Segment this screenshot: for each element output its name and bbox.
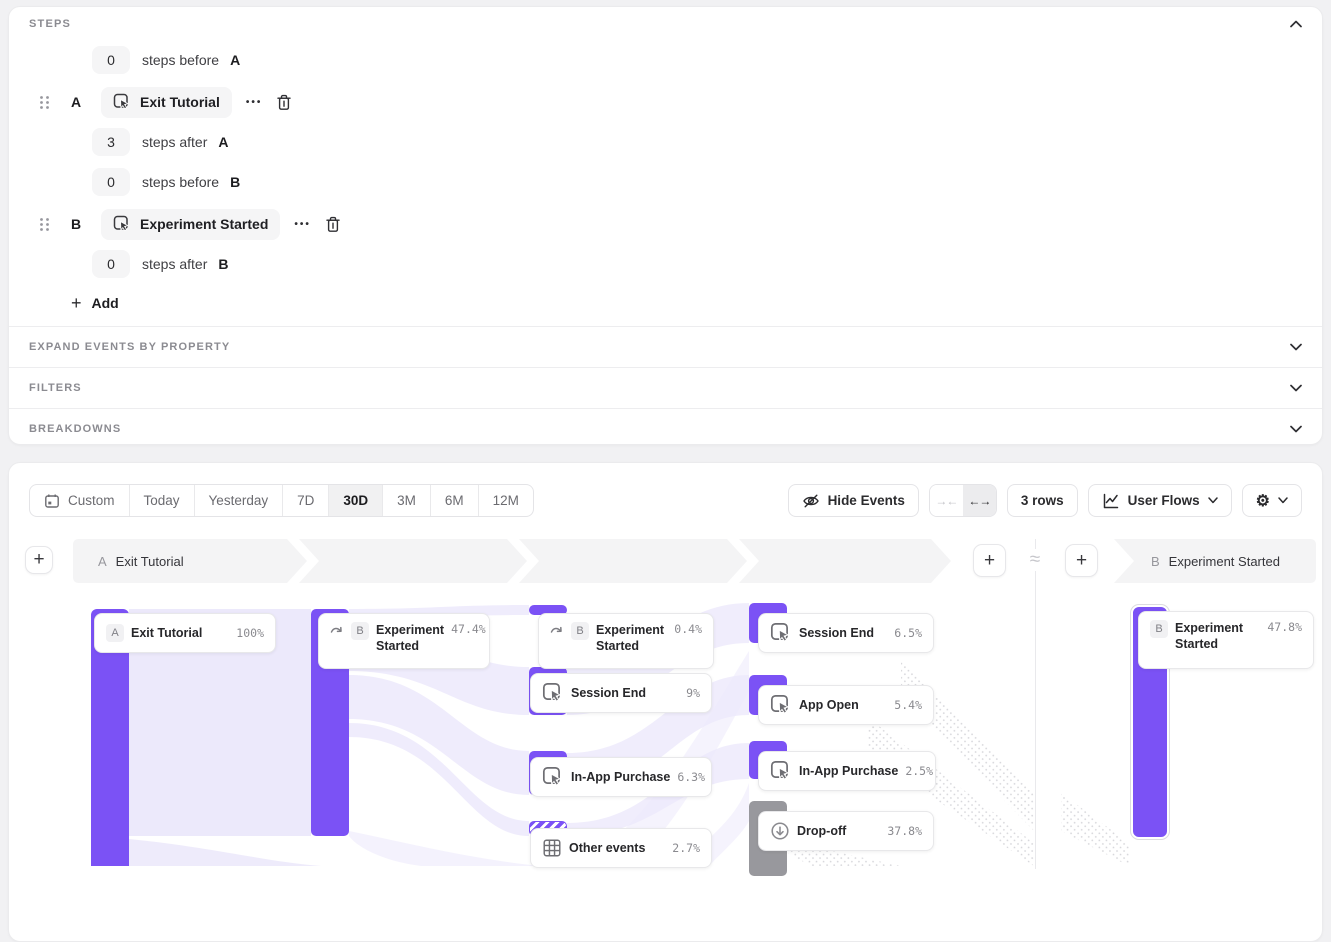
date-range-12m[interactable]: 12M [478,485,533,516]
flow-node-card[interactable]: Other events 2.7% [530,828,712,868]
step-letter: A [71,94,85,110]
steps-count-input[interactable]: 0 [92,168,130,196]
event-chip-experiment-started[interactable]: Experiment Started [101,209,280,240]
plus-icon: + [71,294,82,312]
steps-count-input[interactable]: 0 [92,46,130,74]
step-b-row: B Experiment Started ••• [17,208,1302,240]
add-column-left-button[interactable]: + [25,546,53,574]
date-range-today[interactable]: Today [129,485,194,516]
settings-dropdown-button[interactable]: ⚙ [1242,484,1302,517]
steps-panel-title: STEPS [29,18,71,30]
section-expand-events-by-property[interactable]: EXPAND EVENTS BY PROPERTY [9,326,1322,367]
event-icon [770,622,792,644]
drag-handle-icon[interactable] [39,217,50,232]
flow-node-card[interactable]: B Experiment Started 47.4% [318,613,490,669]
expand-columns-button[interactable]: ←→ [963,485,996,516]
flow-column-headers [21,539,1322,599]
report-toolbar: Custom Today Yesterday 7D 30D 3M 6M 12M … [9,463,1322,517]
date-range-yesterday[interactable]: Yesterday [194,485,283,516]
collapse-columns-button[interactable]: →← [930,485,963,516]
chevron-down-icon [1278,497,1288,504]
add-step-button[interactable]: + Add [17,294,127,312]
column-header-a[interactable]: A Exit Tutorial [98,539,184,583]
date-range-7d[interactable]: 7D [282,485,328,516]
rows-selector-button[interactable]: 3 rows [1007,484,1078,517]
event-icon [770,760,792,782]
chevron-down-icon [1290,384,1302,392]
steps-before-b-row: 0 steps before B [17,168,1302,196]
section-breakdowns[interactable]: BREAKDOWNS [9,408,1322,449]
step-badge: B [571,622,589,640]
flow-node-card[interactable]: Session End 9% [530,673,712,713]
more-options-button[interactable]: ••• [294,219,311,230]
column-width-control: →← ←→ [929,484,997,517]
steps-count-input[interactable]: 3 [92,128,130,156]
steps-before-a-row: 0 steps before A [17,46,1302,74]
eye-off-icon [802,492,820,510]
event-chip-exit-tutorial[interactable]: Exit Tutorial [101,87,232,118]
chevron-down-icon [1290,425,1302,433]
event-icon [542,766,564,788]
flow-node-card[interactable]: App Open 5.4% [758,685,934,725]
event-icon [113,215,131,233]
step-a-row: A Exit Tutorial ••• [17,86,1302,118]
report-panel: Custom Today Yesterday 7D 30D 3M 6M 12M … [8,462,1323,942]
more-options-button[interactable]: ••• [246,97,263,108]
user-flows-chart-icon [1102,492,1120,510]
date-range-control: Custom Today Yesterday 7D 30D 3M 6M 12M [29,484,534,517]
user-flows-chart: A Exit Tutorial B Experiment Started + +… [21,531,1310,876]
calendar-icon [44,493,60,509]
trash-icon[interactable] [276,94,292,111]
chevron-up-icon[interactable] [1290,20,1302,28]
flow-node-card[interactable]: A Exit Tutorial 100% [94,613,276,653]
trash-icon[interactable] [325,216,341,233]
date-range-3m[interactable]: 3M [382,485,430,516]
date-range-6m[interactable]: 6M [430,485,478,516]
section-filters[interactable]: FILTERS [9,367,1322,408]
add-column-before-b-button[interactable]: + [1065,544,1098,577]
step-badge: B [1150,620,1168,638]
gear-icon: ⚙ [1256,491,1270,511]
steps-after-a-row: 3 steps after A [17,128,1302,156]
step-letter: B [71,216,85,232]
flow-node-card[interactable]: B Experiment Started 47.8% [1138,611,1314,669]
event-icon [542,682,564,704]
flow-node-card[interactable]: In-App Purchase 2.5% [758,751,936,791]
approx-break-symbol: ≈ [1019,549,1051,571]
step-badge: A [106,624,124,642]
chevron-down-icon [1208,497,1218,504]
repeat-arrow-icon [330,625,344,635]
flow-break-divider [1035,539,1036,869]
steps-count-input[interactable]: 0 [92,250,130,278]
spacer-step-letter: A [230,52,240,68]
flow-node-card[interactable]: Session End 6.5% [758,613,934,653]
drop-off-icon [770,821,790,841]
date-range-custom[interactable]: Custom [30,485,129,516]
spacer-label: steps before [142,52,219,68]
view-selector-button[interactable]: User Flows [1088,484,1232,517]
flow-node-card[interactable]: Drop-off 37.8% [758,811,934,851]
steps-panel: STEPS 0 steps before A A Exit Tutorial •… [8,6,1323,445]
grid-icon [542,838,562,858]
date-range-30d[interactable]: 30D [328,485,382,516]
column-header-b[interactable]: B Experiment Started [1151,539,1280,583]
repeat-arrow-icon [550,625,564,635]
event-icon [113,93,131,111]
drag-handle-icon[interactable] [39,95,50,110]
add-column-after-a-button[interactable]: + [973,544,1006,577]
flow-node-card[interactable]: In-App Purchase 6.3% [530,757,712,797]
steps-after-b-row: 0 steps after B [17,250,1302,278]
chevron-down-icon [1290,343,1302,351]
hide-events-button[interactable]: Hide Events [788,484,919,517]
step-badge: B [351,622,369,640]
flow-node-card[interactable]: B Experiment Started 0.4% [538,613,714,669]
event-icon [770,694,792,716]
